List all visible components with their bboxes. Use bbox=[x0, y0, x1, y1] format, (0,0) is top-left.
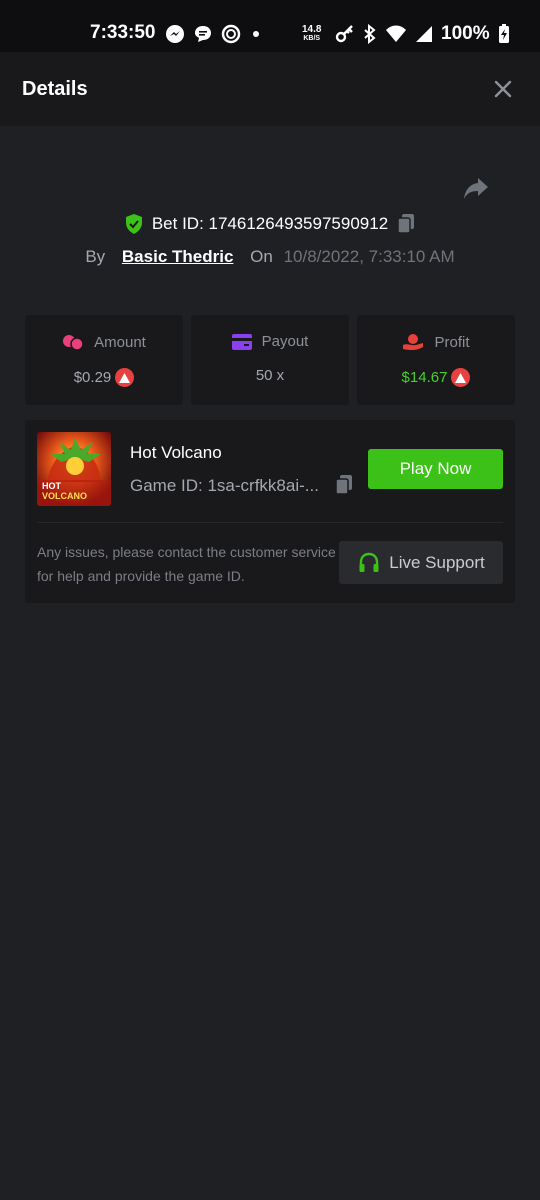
profit-value: $14.67 bbox=[401, 369, 448, 386]
game-thumbnail[interactable]: HOT VOLCANO bbox=[37, 432, 111, 506]
copy-bet-id-icon[interactable] bbox=[396, 213, 416, 235]
profit-label: Profit bbox=[434, 333, 470, 351]
dot-icon bbox=[249, 24, 263, 44]
chat-icon bbox=[193, 24, 213, 44]
status-time: 7:33:50 bbox=[90, 22, 156, 43]
signal-icon bbox=[415, 24, 433, 44]
live-support-label: Live Support bbox=[389, 552, 485, 572]
game-card: HOT VOLCANO Hot Volcano Game ID: 1sa-crf… bbox=[25, 420, 515, 603]
on-label: On bbox=[250, 247, 273, 266]
bet-author-row: By Basic Thedric On 10/8/2022, 7:33:10 A… bbox=[0, 247, 540, 267]
status-bar: 7:33:50 14.8 KB/S 100% bbox=[0, 0, 540, 52]
amount-stat: Amount $0.29 bbox=[25, 315, 183, 405]
play-now-button[interactable]: Play Now bbox=[368, 449, 503, 489]
profit-stat: Profit $14.67 bbox=[357, 315, 515, 405]
share-button[interactable] bbox=[462, 176, 490, 202]
ring-app-icon bbox=[221, 24, 241, 44]
close-icon bbox=[494, 80, 512, 98]
support-message: Any issues, please contact the customer … bbox=[37, 544, 336, 584]
bet-stats: Amount $0.29 Payout 50 x Profit $14.67 bbox=[25, 315, 515, 405]
battery-level: 100% bbox=[441, 23, 490, 44]
copy-game-id-icon[interactable] bbox=[334, 474, 354, 496]
payout-card-icon bbox=[231, 333, 252, 350]
live-support-button[interactable]: Live Support bbox=[339, 541, 503, 584]
game-name: Hot Volcano bbox=[130, 443, 222, 462]
battery-charging-icon bbox=[498, 24, 510, 44]
bet-id-row: Bet ID: 1746126493597590912 bbox=[0, 213, 540, 235]
amount-label: Amount bbox=[94, 333, 146, 351]
network-speed-unit: KB/S bbox=[303, 35, 321, 42]
profit-hand-icon bbox=[403, 334, 424, 351]
bet-id: Bet ID: 1746126493597590912 bbox=[151, 214, 389, 233]
user-link[interactable]: Basic Thedric bbox=[122, 247, 234, 266]
payout-value: 50 x bbox=[255, 367, 285, 384]
wifi-icon bbox=[385, 24, 407, 44]
avax-coin-icon bbox=[115, 368, 135, 387]
payout-label: Payout bbox=[261, 333, 309, 350]
game-id: Game ID: 1sa-crfkk8ai-... bbox=[130, 476, 319, 495]
headset-icon bbox=[359, 552, 379, 572]
bluetooth-icon bbox=[363, 24, 377, 44]
notification-icons bbox=[165, 24, 263, 44]
key-icon bbox=[335, 24, 355, 44]
payout-stat: Payout 50 x bbox=[191, 315, 349, 405]
network-speed: 14.8 KB/S bbox=[302, 25, 321, 43]
messenger-icon bbox=[165, 24, 185, 44]
avax-coin-icon bbox=[451, 368, 471, 387]
thumb-title-line1: HOT bbox=[42, 481, 62, 491]
verified-shield-icon bbox=[125, 214, 142, 234]
share-icon bbox=[464, 178, 488, 199]
divider bbox=[37, 522, 503, 523]
thumb-title-line2: VOLCANO bbox=[42, 491, 87, 501]
amount-icon bbox=[63, 335, 84, 351]
close-button[interactable] bbox=[491, 77, 515, 101]
amount-value: $0.29 bbox=[73, 369, 112, 386]
by-label: By bbox=[85, 247, 106, 266]
page-title: Details bbox=[22, 78, 88, 100]
bet-date: 10/8/2022, 7:33:10 AM bbox=[283, 247, 455, 266]
details-header: Details bbox=[0, 52, 540, 126]
